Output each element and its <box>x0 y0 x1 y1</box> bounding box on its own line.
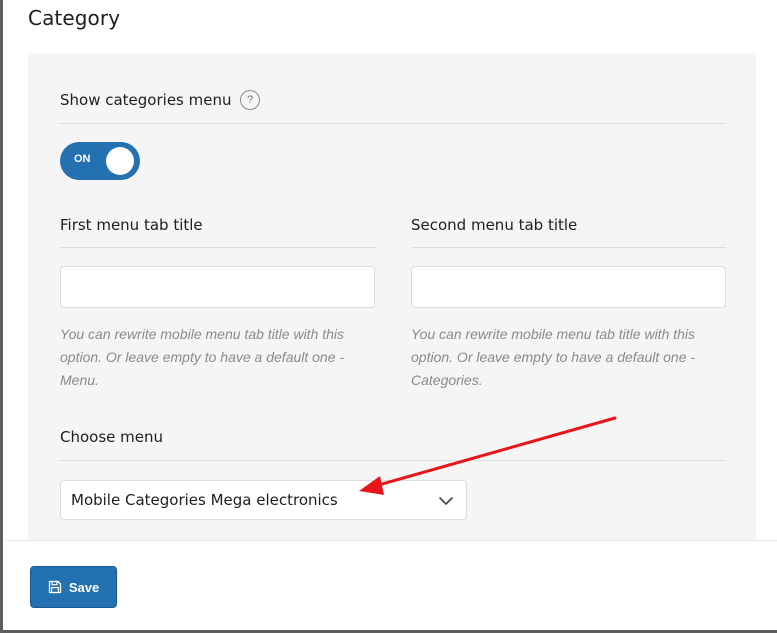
second-tab-title-input[interactable] <box>411 266 726 308</box>
divider <box>60 123 725 124</box>
toggle-knob <box>106 147 134 175</box>
settings-panel: Show categories menu ? ON First menu tab… <box>28 53 756 543</box>
first-tab-title-label: First menu tab title <box>60 216 203 234</box>
second-tab-title-label: Second menu tab title <box>411 216 578 234</box>
first-tab-title-hint: You can rewrite mobile menu tab title wi… <box>60 326 345 388</box>
first-tab-title-input[interactable] <box>60 266 375 308</box>
choose-menu-label: Choose menu <box>60 428 164 446</box>
floppy-disk-icon <box>48 580 61 594</box>
show-categories-label: Show categories menu <box>60 91 232 109</box>
chevron-down-icon <box>439 497 453 505</box>
modal-footer: Save <box>6 540 777 630</box>
divider <box>60 460 725 461</box>
save-button[interactable]: Save <box>30 566 117 608</box>
divider <box>60 247 375 248</box>
show-categories-toggle[interactable]: ON <box>60 142 140 180</box>
toggle-state-label: ON <box>74 153 91 165</box>
save-button-label: Save <box>68 579 100 595</box>
divider <box>411 247 726 248</box>
page-title: Category <box>28 6 121 30</box>
second-tab-title-hint: You can rewrite mobile menu tab title wi… <box>411 326 696 388</box>
settings-modal: Category Show categories menu ? ON First… <box>0 0 777 633</box>
question-circle-icon[interactable]: ? <box>240 90 260 110</box>
selected-menu-value: Mobile Categories Mega electronics <box>71 491 338 509</box>
choose-menu-select[interactable]: Mobile Categories Mega electronics <box>60 480 467 520</box>
